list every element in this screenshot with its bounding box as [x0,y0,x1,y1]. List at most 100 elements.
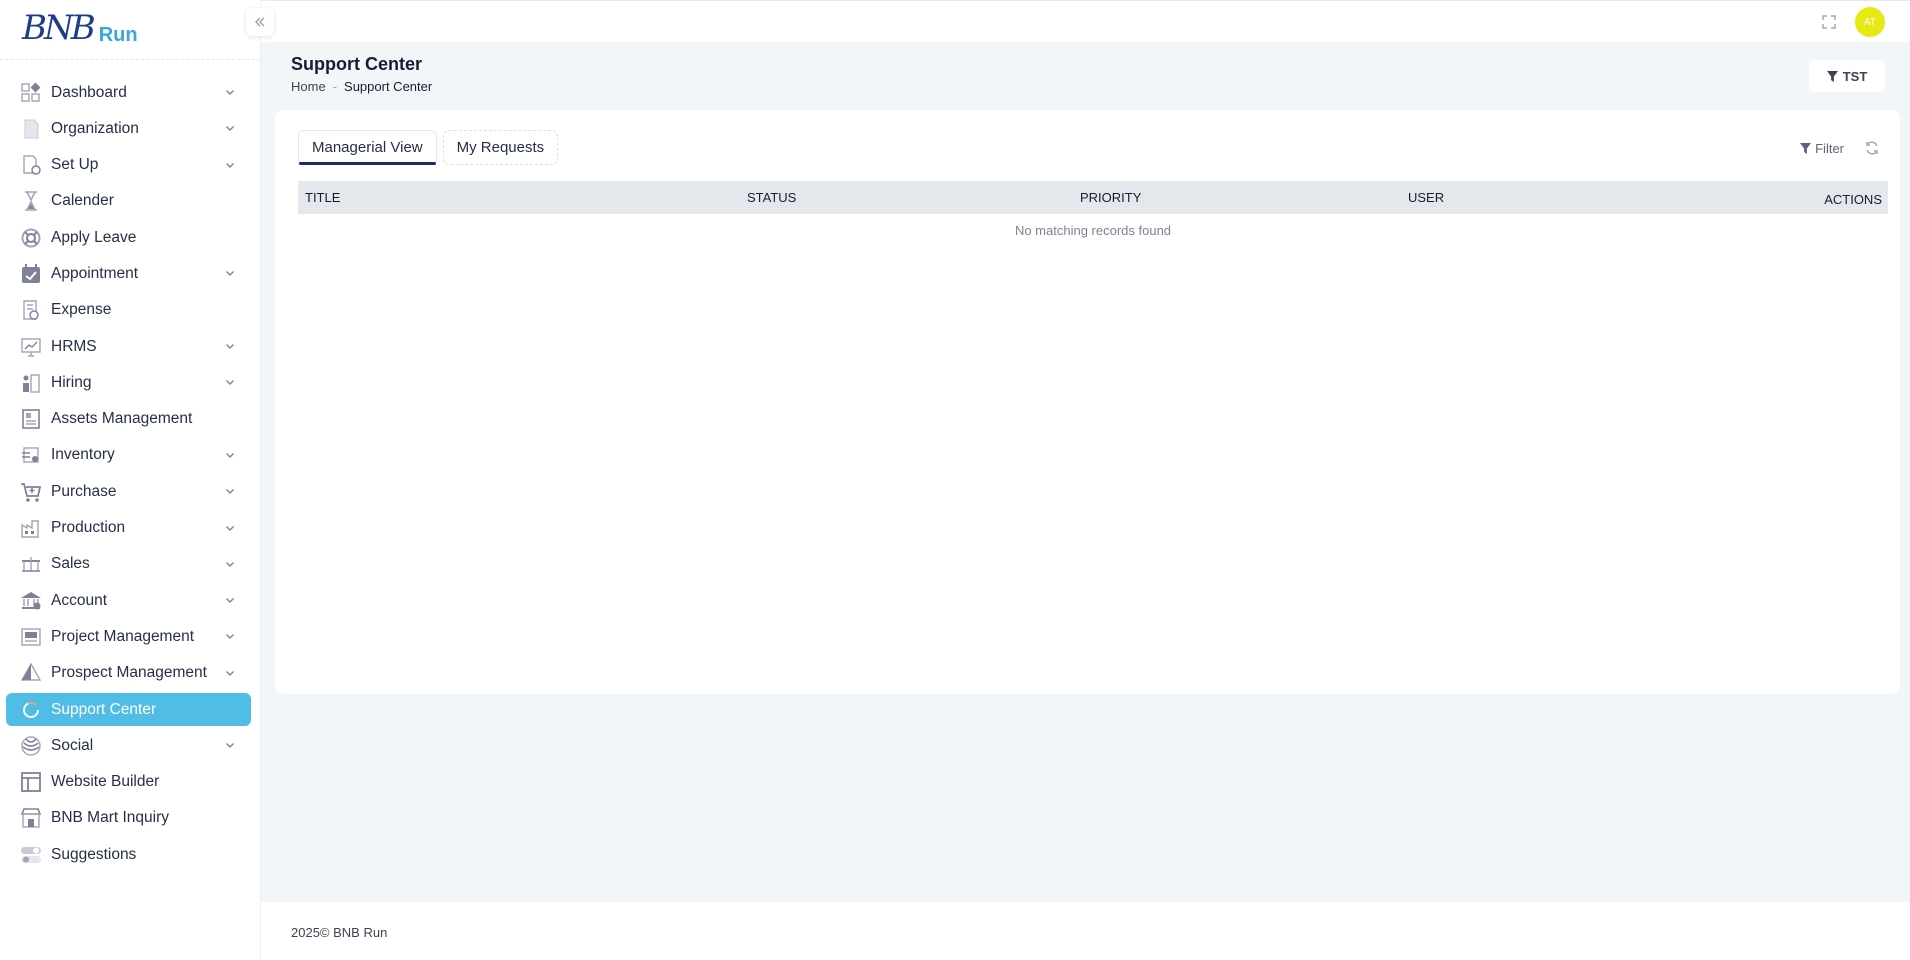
sidebar-item-set-up[interactable]: Set Up [6,149,251,182]
tab-my-requests[interactable]: My Requests [442,130,559,165]
sidebar-item-label: Apply Leave [51,228,137,246]
hourglass-icon [20,190,42,212]
chevron-down-icon [226,271,234,277]
sidebar-item-expense[interactable]: Expense [6,294,251,327]
store-icon [20,807,42,829]
chevron-down-icon [226,162,234,168]
chevron-down-icon [226,452,234,458]
chevron-down-icon [226,344,234,350]
empty-table-message: No matching records found [1014,223,1172,238]
chevron-down-icon [226,634,234,640]
toggle-icon [20,844,42,866]
calendar-check-icon [20,263,42,285]
sidebar-item-sales[interactable]: Sales [6,548,251,581]
sidebar-item-purchase[interactable]: Purchase [6,475,251,508]
breadcrumb-home-link[interactable]: Home [291,79,326,94]
sidebar-item-label: Suggestions [51,845,137,863]
sidebar-item-label: Inventory [51,446,115,464]
sidebar-item-prospect-management[interactable]: Prospect Management [6,657,251,690]
document-icon [20,118,42,140]
sidebar-item-label: Organization [51,119,139,137]
social-icon [20,735,42,757]
column-header-title[interactable]: TITLE [305,190,340,205]
double-chevron-left-icon [254,17,265,27]
column-header-user[interactable]: USER [1408,190,1444,205]
chevron-down-icon [226,90,234,95]
sidebar-item-label: Account [51,591,108,609]
footer: 2025© BNB Run [261,902,1910,960]
column-header-status[interactable]: STATUS [747,190,796,205]
support-icon [20,699,42,721]
refresh-icon[interactable] [1864,140,1880,156]
column-header-priority[interactable]: PRIORITY [1080,190,1141,205]
prospect-icon [20,662,42,684]
sidebar-item-assets-management[interactable]: Assets Management [6,403,251,436]
collapse-sidebar-button[interactable] [246,8,274,36]
table-header: TITLE STATUS PRIORITY USER ACTIONS [298,181,1888,214]
dashboard-icon [20,82,42,104]
sidebar-item-account[interactable]: Account [6,584,251,617]
sidebar-item-label: Calender [51,192,114,210]
page-title: Support Center [291,54,423,74]
support-card: Managerial View My Requests Filter TITLE… [275,110,1900,694]
brand-logo[interactable]: BNB Run [22,6,138,50]
sidebar-item-label: Expense [51,301,112,319]
sidebar-item-label: Assets Management [51,410,193,428]
sidebar-item-hiring[interactable]: Hiring [6,366,251,399]
chevron-down-icon [226,670,234,676]
user-avatar[interactable]: AT [1855,7,1885,37]
sidebar-item-social[interactable]: Social [6,729,251,762]
logo-area: BNB Run [0,0,260,60]
tst-filter-button[interactable]: TST [1809,60,1885,92]
sidebar-item-appointment[interactable]: Appointment [6,257,251,290]
logo-main-text: BNB [22,8,96,48]
breadcrumb-current: Support Center [344,79,433,94]
sidebar-item-label: Hiring [51,373,92,391]
filter-button[interactable]: Filter [1800,141,1844,156]
view-tabs: Managerial View My Requests [298,130,564,165]
sidebar-item-label: Sales [51,555,90,573]
sidebar-item-label: Dashboard [51,83,127,101]
logo-sub-text: Run [98,24,138,46]
cart-icon [20,481,42,503]
sidebar-item-bnb-mart-inquiry[interactable]: BNB Mart Inquiry [6,802,251,835]
sidebar-item-label: Purchase [51,482,117,500]
bank-icon [20,590,42,612]
receipt-icon [20,299,42,321]
sidebar-item-label: Prospect Management [51,664,207,682]
sidebar-item-label: Social [51,736,94,754]
sidebar-item-organization[interactable]: Organization [6,112,251,145]
chevron-down-icon [226,743,234,749]
sidebar-item-website-builder[interactable]: Website Builder [6,766,251,799]
chevron-down-icon [226,126,234,132]
breadcrumb-separator: - [332,79,338,94]
settings-page-icon [20,154,42,176]
assets-icon [20,408,42,430]
chevron-down-icon [226,561,234,567]
fullscreen-icon[interactable] [1821,14,1837,30]
sidebar-item-project-management[interactable]: Project Management [6,620,251,653]
sidebar-item-dashboard[interactable]: Dashboard [6,76,251,109]
chevron-down-icon [226,598,234,604]
funnel-icon [1826,70,1838,82]
sidebar-item-label: Appointment [51,264,139,282]
sidebar-item-calender[interactable]: Calender [6,185,251,218]
tab-managerial-view[interactable]: Managerial View [298,130,437,165]
filter-label: Filter [1815,141,1844,156]
sidebar-item-support-center[interactable]: Support Center [6,693,251,727]
sidebar-item-inventory[interactable]: Inventory [6,439,251,472]
project-icon [20,626,42,648]
chevron-down-icon [226,525,234,531]
sidebar-item-production[interactable]: Production [6,512,251,545]
sidebar-menu: Dashboard Organization Set Up Calender Apply… [6,76,251,875]
footer-copyright: 2025© BNB Run [291,925,388,940]
sidebar-item-apply-leave[interactable]: Apply Leave [6,221,251,254]
inventory-icon [20,444,42,466]
factory-icon [20,517,42,539]
sidebar-item-label: BNB Mart Inquiry [51,809,170,827]
column-header-actions: ACTIONS [1824,192,1882,207]
sidebar-item-hrms[interactable]: HRMS [6,330,251,363]
breadcrumb: Home - Support Center [291,79,432,94]
chevron-down-icon [226,380,234,386]
sidebar-item-suggestions[interactable]: Suggestions [6,838,251,871]
